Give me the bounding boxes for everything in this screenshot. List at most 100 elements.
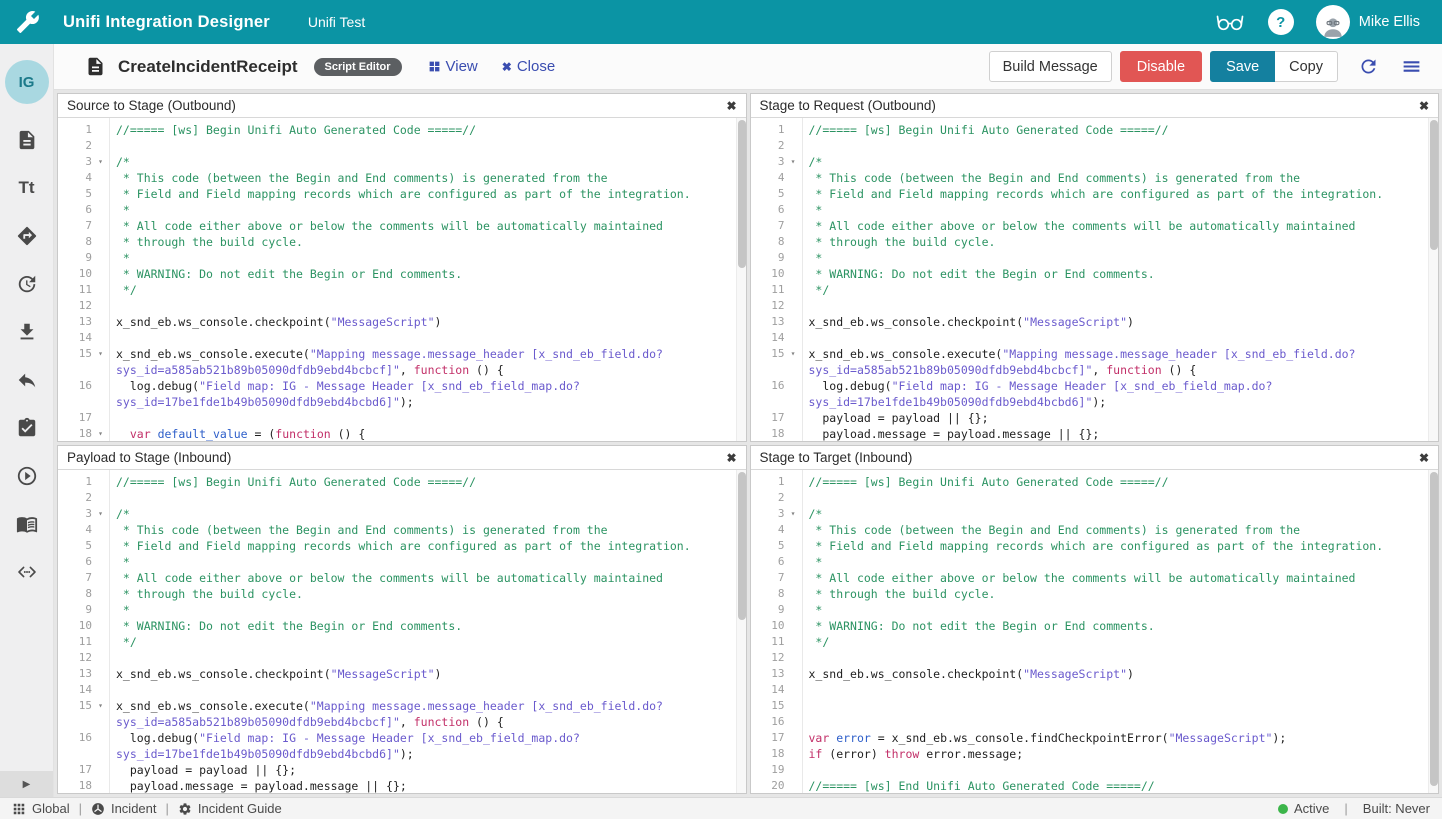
code-text[interactable]: * through the build cycle.: [109, 586, 303, 602]
code-line[interactable]: 10 * WARNING: Do not edit the Begin or E…: [58, 618, 746, 634]
code-line[interactable]: 14: [751, 330, 1439, 346]
code-line[interactable]: 17 payload = payload || {};: [58, 762, 746, 778]
code-text[interactable]: [802, 138, 809, 154]
code-line[interactable]: 9 *: [751, 602, 1439, 618]
code-text[interactable]: [109, 330, 116, 346]
code-text[interactable]: sys_id=a585ab521b89b05090dfdb9ebd4bcbcf]…: [802, 362, 1197, 378]
code-text[interactable]: sys_id=17be1fde1b49b05090dfdb9ebd4bcbd6]…: [109, 746, 414, 762]
code-line[interactable]: 5 * Field and Field mapping records whic…: [58, 538, 746, 554]
code-text[interactable]: [802, 698, 809, 714]
code-text[interactable]: * All code either above or below the com…: [802, 218, 1356, 234]
code-line[interactable]: 17: [58, 410, 746, 426]
code-line[interactable]: 11 */: [58, 282, 746, 298]
scrollbar-thumb[interactable]: [1430, 472, 1438, 786]
code-text[interactable]: * WARNING: Do not edit the Begin or End …: [109, 618, 462, 634]
code-line[interactable]: 18▾ var default_value = (function () {: [58, 426, 746, 441]
code-line[interactable]: 3▾/*: [58, 506, 746, 522]
code-text[interactable]: [802, 714, 809, 730]
code-text[interactable]: * WARNING: Do not edit the Begin or End …: [109, 266, 462, 282]
fold-toggle-icon[interactable]: ▾: [92, 426, 109, 441]
fold-toggle-icon[interactable]: ▾: [92, 346, 109, 362]
code-text[interactable]: log.debug("Field map: IG - Message Heade…: [109, 378, 580, 394]
code-line[interactable]: 10 * WARNING: Do not edit the Begin or E…: [58, 266, 746, 282]
wrench-logo-icon[interactable]: [13, 7, 43, 37]
code-text[interactable]: * WARNING: Do not edit the Begin or End …: [802, 618, 1155, 634]
code-text[interactable]: //===== [ws] Begin Unifi Auto Generated …: [802, 122, 1169, 138]
code-line[interactable]: 9 *: [751, 250, 1439, 266]
code-text[interactable]: * Field and Field mapping records which …: [109, 186, 691, 202]
code-text[interactable]: x_snd_eb.ws_console.checkpoint("MessageS…: [802, 666, 1134, 682]
code-line[interactable]: 1//===== [ws] Begin Unifi Auto Generated…: [751, 122, 1439, 138]
code-line[interactable]: 20//===== [ws] End Unifi Auto Generated …: [751, 778, 1439, 793]
code-line[interactable]: 2: [58, 138, 746, 154]
code-line[interactable]: 12: [751, 298, 1439, 314]
code-editor[interactable]: 1//===== [ws] Begin Unifi Auto Generated…: [58, 118, 746, 441]
code-text[interactable]: */: [109, 282, 137, 298]
code-line[interactable]: 3▾/*: [751, 154, 1439, 170]
code-line[interactable]: 17 payload = payload || {};: [751, 410, 1439, 426]
panel-close-icon[interactable]: ✖: [726, 452, 736, 464]
code-text[interactable]: * WARNING: Do not edit the Begin or End …: [802, 266, 1155, 282]
code-text[interactable]: * Field and Field mapping records which …: [802, 538, 1384, 554]
code-text[interactable]: [109, 650, 116, 666]
code-text[interactable]: [109, 138, 116, 154]
vertical-scrollbar[interactable]: [736, 470, 746, 793]
code-line[interactable]: 16 log.debug("Field map: IG - Message He…: [58, 378, 746, 394]
code-text[interactable]: sys_id=a585ab521b89b05090dfdb9ebd4bcbcf]…: [109, 362, 504, 378]
code-text[interactable]: x_snd_eb.ws_console.execute("Mapping mes…: [109, 346, 663, 362]
code-line[interactable]: 13x_snd_eb.ws_console.checkpoint("Messag…: [751, 666, 1439, 682]
code-line[interactable]: 14: [751, 682, 1439, 698]
code-text[interactable]: x_snd_eb.ws_console.execute("Mapping mes…: [802, 346, 1356, 362]
code-line[interactable]: 2: [751, 490, 1439, 506]
code-text[interactable]: * All code either above or below the com…: [109, 570, 663, 586]
code-text[interactable]: [109, 682, 116, 698]
code-text[interactable]: */: [802, 282, 830, 298]
code-text[interactable]: x_snd_eb.ws_console.execute("Mapping mes…: [109, 698, 663, 714]
code-text[interactable]: //===== [ws] Begin Unifi Auto Generated …: [802, 474, 1169, 490]
code-line[interactable]: 8 * through the build cycle.: [751, 586, 1439, 602]
fold-toggle-icon[interactable]: ▾: [92, 154, 109, 170]
code-line[interactable]: 14: [58, 330, 746, 346]
code-text[interactable]: [802, 298, 809, 314]
code-line[interactable]: 7 * All code either above or below the c…: [58, 570, 746, 586]
vertical-scrollbar[interactable]: [1428, 470, 1438, 793]
code-text[interactable]: payload.message = payload.message || {};: [802, 426, 1100, 441]
code-text[interactable]: x_snd_eb.ws_console.checkpoint("MessageS…: [802, 314, 1134, 330]
code-line[interactable]: 7 * All code either above or below the c…: [751, 570, 1439, 586]
copy-button[interactable]: Copy: [1275, 51, 1338, 82]
user-avatar[interactable]: [1316, 5, 1350, 39]
code-text[interactable]: * Field and Field mapping records which …: [109, 538, 691, 554]
code-text[interactable]: payload = payload || {};: [109, 762, 296, 778]
code-text[interactable]: * This code (between the Begin and End c…: [802, 170, 1301, 186]
code-text[interactable]: //===== [ws] Begin Unifi Auto Generated …: [109, 122, 476, 138]
code-line[interactable]: 1//===== [ws] Begin Unifi Auto Generated…: [58, 474, 746, 490]
code-text[interactable]: sys_id=17be1fde1b49b05090dfdb9ebd4bcbd6]…: [802, 394, 1107, 410]
panel-close-icon[interactable]: ✖: [726, 100, 736, 112]
code-text[interactable]: /*: [109, 154, 130, 170]
code-text[interactable]: if (error) throw error.message;: [802, 746, 1024, 762]
code-editor[interactable]: 1//===== [ws] Begin Unifi Auto Generated…: [751, 470, 1439, 793]
code-line[interactable]: 15▾x_snd_eb.ws_console.execute("Mapping …: [751, 346, 1439, 362]
hamburger-menu-button[interactable]: [1401, 56, 1422, 77]
code-line[interactable]: 8 * through the build cycle.: [58, 586, 746, 602]
code-text[interactable]: * Field and Field mapping records which …: [802, 186, 1384, 202]
code-line[interactable]: 18 payload.message = payload.message || …: [751, 426, 1439, 441]
code-text[interactable]: [802, 330, 809, 346]
code-text[interactable]: * This code (between the Begin and End c…: [109, 170, 608, 186]
code-line[interactable]: 15▾x_snd_eb.ws_console.execute("Mapping …: [58, 698, 746, 714]
code-text[interactable]: /*: [802, 154, 823, 170]
code-text[interactable]: * through the build cycle.: [802, 234, 996, 250]
statusbar-item-incident-guide[interactable]: Incident Guide: [178, 801, 282, 816]
code-line[interactable]: 14: [58, 682, 746, 698]
code-line[interactable]: 7 * All code either above or below the c…: [58, 218, 746, 234]
scrollbar-thumb[interactable]: [1430, 120, 1438, 250]
fold-toggle-icon[interactable]: ▾: [785, 154, 802, 170]
code-text[interactable]: */: [802, 634, 830, 650]
code-line[interactable]: 17var error = x_snd_eb.ws_console.findCh…: [751, 730, 1439, 746]
code-line[interactable]: sys_id=a585ab521b89b05090dfdb9ebd4bcbcf]…: [751, 362, 1439, 378]
disable-button[interactable]: Disable: [1120, 51, 1202, 82]
code-line[interactable]: 12: [58, 650, 746, 666]
code-text[interactable]: log.debug("Field map: IG - Message Heade…: [802, 378, 1273, 394]
code-line[interactable]: 11 */: [58, 634, 746, 650]
vertical-scrollbar[interactable]: [736, 118, 746, 441]
